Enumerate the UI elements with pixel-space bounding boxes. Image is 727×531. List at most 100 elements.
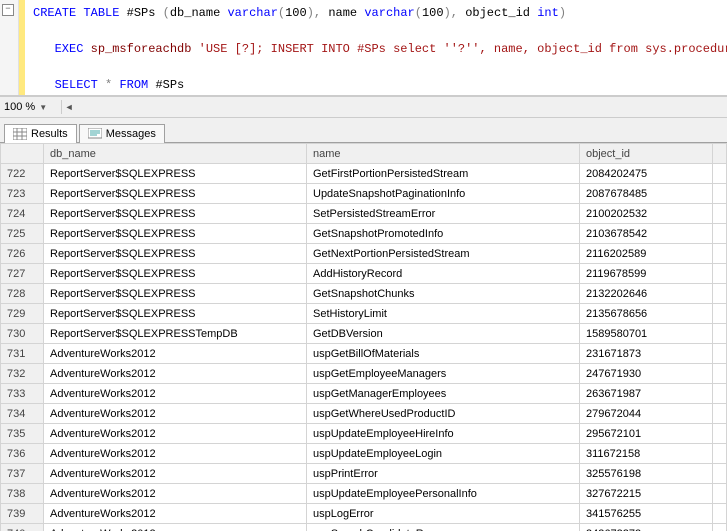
cell-name[interactable]: GetNextPortionPersistedStream — [307, 244, 580, 264]
table-row[interactable]: 723ReportServer$SQLEXPRESSUpdateSnapshot… — [1, 184, 727, 204]
cell-name[interactable]: uspGetEmployeeManagers — [307, 364, 580, 384]
cell-object-id[interactable]: 343672272 — [580, 524, 713, 531]
row-number[interactable]: 728 — [1, 284, 44, 304]
tab-messages[interactable]: Messages — [79, 124, 165, 143]
column-header-name[interactable]: name — [307, 144, 580, 164]
row-number[interactable]: 722 — [1, 164, 44, 184]
table-row[interactable]: 731AdventureWorks2012uspGetBillOfMateria… — [1, 344, 727, 364]
cell-db-name[interactable]: ReportServer$SQLEXPRESS — [44, 284, 307, 304]
cell-name[interactable]: uspUpdateEmployeeHireInfo — [307, 424, 580, 444]
cell-name[interactable]: UpdateSnapshotPaginationInfo — [307, 184, 580, 204]
cell-db-name[interactable]: AdventureWorks2012 — [44, 404, 307, 424]
column-header-db[interactable]: db_name — [44, 144, 307, 164]
cell-db-name[interactable]: AdventureWorks2012 — [44, 364, 307, 384]
table-row[interactable]: 735AdventureWorks2012uspUpdateEmployeeHi… — [1, 424, 727, 444]
cell-db-name[interactable]: ReportServer$SQLEXPRESS — [44, 224, 307, 244]
cell-db-name[interactable]: AdventureWorks2012 — [44, 344, 307, 364]
cell-object-id[interactable]: 2119678599 — [580, 264, 713, 284]
cell-db-name[interactable]: AdventureWorks2012 — [44, 484, 307, 504]
row-number[interactable]: 730 — [1, 324, 44, 344]
cell-name[interactable]: GetSnapshotPromotedInfo — [307, 224, 580, 244]
cell-object-id[interactable]: 295672101 — [580, 424, 713, 444]
scroll-left-icon[interactable]: ◄ — [62, 100, 76, 114]
cell-db-name[interactable]: AdventureWorks2012 — [44, 504, 307, 524]
rowheader-blank[interactable] — [1, 144, 44, 164]
cell-name[interactable]: uspLogError — [307, 504, 580, 524]
row-number[interactable]: 739 — [1, 504, 44, 524]
table-row[interactable]: 722ReportServer$SQLEXPRESSGetFirstPortio… — [1, 164, 727, 184]
cell-name[interactable]: AddHistoryRecord — [307, 264, 580, 284]
collapse-region-icon[interactable]: − — [2, 4, 14, 16]
table-row[interactable]: 737AdventureWorks2012uspPrintError325576… — [1, 464, 727, 484]
cell-object-id[interactable]: 247671930 — [580, 364, 713, 384]
table-row[interactable]: 726ReportServer$SQLEXPRESSGetNextPortion… — [1, 244, 727, 264]
cell-name[interactable]: GetDBVersion — [307, 324, 580, 344]
cell-name[interactable]: uspUpdateEmployeePersonalInfo — [307, 484, 580, 504]
table-row[interactable]: 724ReportServer$SQLEXPRESSSetPersistedSt… — [1, 204, 727, 224]
cell-db-name[interactable]: AdventureWorks2012 — [44, 384, 307, 404]
chevron-down-icon[interactable]: ▼ — [39, 103, 47, 112]
code-text[interactable]: CREATE TABLE #SPs (db_name varchar(100),… — [25, 0, 727, 95]
cell-db-name[interactable]: ReportServer$SQLEXPRESS — [44, 264, 307, 284]
cell-object-id[interactable]: 2100202532 — [580, 204, 713, 224]
table-row[interactable]: 733AdventureWorks2012uspGetManagerEmploy… — [1, 384, 727, 404]
sql-editor[interactable]: − CREATE TABLE #SPs (db_name varchar(100… — [0, 0, 727, 96]
cell-object-id[interactable]: 231671873 — [580, 344, 713, 364]
table-row[interactable]: 727ReportServer$SQLEXPRESSAddHistoryReco… — [1, 264, 727, 284]
row-number[interactable]: 729 — [1, 304, 44, 324]
cell-name[interactable]: SetPersistedStreamError — [307, 204, 580, 224]
table-row[interactable]: 734AdventureWorks2012uspGetWhereUsedProd… — [1, 404, 727, 424]
cell-object-id[interactable]: 2103678542 — [580, 224, 713, 244]
table-row[interactable]: 740AdventureWorks2012uspSearchCandidateR… — [1, 524, 727, 531]
cell-db-name[interactable]: ReportServer$SQLEXPRESS — [44, 204, 307, 224]
table-row[interactable]: 738AdventureWorks2012uspUpdateEmployeePe… — [1, 484, 727, 504]
row-number[interactable]: 732 — [1, 364, 44, 384]
cell-db-name[interactable]: AdventureWorks2012 — [44, 524, 307, 531]
cell-db-name[interactable]: AdventureWorks2012 — [44, 444, 307, 464]
cell-name[interactable]: uspGetBillOfMaterials — [307, 344, 580, 364]
results-grid-container[interactable]: db_name name object_id 722ReportServer$S… — [0, 143, 727, 531]
cell-object-id[interactable]: 311672158 — [580, 444, 713, 464]
row-number[interactable]: 740 — [1, 524, 44, 531]
table-row[interactable]: 739AdventureWorks2012uspLogError34157625… — [1, 504, 727, 524]
cell-object-id[interactable]: 2087678485 — [580, 184, 713, 204]
cell-object-id[interactable]: 263671987 — [580, 384, 713, 404]
table-row[interactable]: 732AdventureWorks2012uspGetEmployeeManag… — [1, 364, 727, 384]
row-number[interactable]: 736 — [1, 444, 44, 464]
table-row[interactable]: 729ReportServer$SQLEXPRESSSetHistoryLimi… — [1, 304, 727, 324]
cell-object-id[interactable]: 1589580701 — [580, 324, 713, 344]
cell-name[interactable]: uspPrintError — [307, 464, 580, 484]
cell-object-id[interactable]: 327672215 — [580, 484, 713, 504]
row-number[interactable]: 731 — [1, 344, 44, 364]
results-grid[interactable]: db_name name object_id 722ReportServer$S… — [0, 143, 727, 531]
zoom-level[interactable]: 100 % — [4, 101, 35, 113]
cell-db-name[interactable]: ReportServer$SQLEXPRESS — [44, 184, 307, 204]
cell-db-name[interactable]: ReportServer$SQLEXPRESS — [44, 304, 307, 324]
row-number[interactable]: 738 — [1, 484, 44, 504]
table-row[interactable]: 725ReportServer$SQLEXPRESSGetSnapshotPro… — [1, 224, 727, 244]
tab-results[interactable]: Results — [4, 124, 77, 143]
row-number[interactable]: 735 — [1, 424, 44, 444]
row-number[interactable]: 737 — [1, 464, 44, 484]
horizontal-scrollbar[interactable]: ◄ — [61, 100, 727, 114]
cell-object-id[interactable]: 279672044 — [580, 404, 713, 424]
cell-object-id[interactable]: 2135678656 — [580, 304, 713, 324]
cell-name[interactable]: GetFirstPortionPersistedStream — [307, 164, 580, 184]
table-row[interactable]: 728ReportServer$SQLEXPRESSGetSnapshotChu… — [1, 284, 727, 304]
table-row[interactable]: 730ReportServer$SQLEXPRESSTempDBGetDBVer… — [1, 324, 727, 344]
cell-db-name[interactable]: AdventureWorks2012 — [44, 424, 307, 444]
row-number[interactable]: 733 — [1, 384, 44, 404]
cell-db-name[interactable]: ReportServer$SQLEXPRESSTempDB — [44, 324, 307, 344]
row-number[interactable]: 726 — [1, 244, 44, 264]
table-row[interactable]: 736AdventureWorks2012uspUpdateEmployeeLo… — [1, 444, 727, 464]
cell-object-id[interactable]: 341576255 — [580, 504, 713, 524]
cell-object-id[interactable]: 2084202475 — [580, 164, 713, 184]
cell-object-id[interactable]: 2116202589 — [580, 244, 713, 264]
cell-object-id[interactable]: 2132202646 — [580, 284, 713, 304]
cell-db-name[interactable]: ReportServer$SQLEXPRESS — [44, 244, 307, 264]
cell-name[interactable]: uspGetManagerEmployees — [307, 384, 580, 404]
cell-db-name[interactable]: AdventureWorks2012 — [44, 464, 307, 484]
row-number[interactable]: 725 — [1, 224, 44, 244]
row-number[interactable]: 724 — [1, 204, 44, 224]
row-number[interactable]: 723 — [1, 184, 44, 204]
